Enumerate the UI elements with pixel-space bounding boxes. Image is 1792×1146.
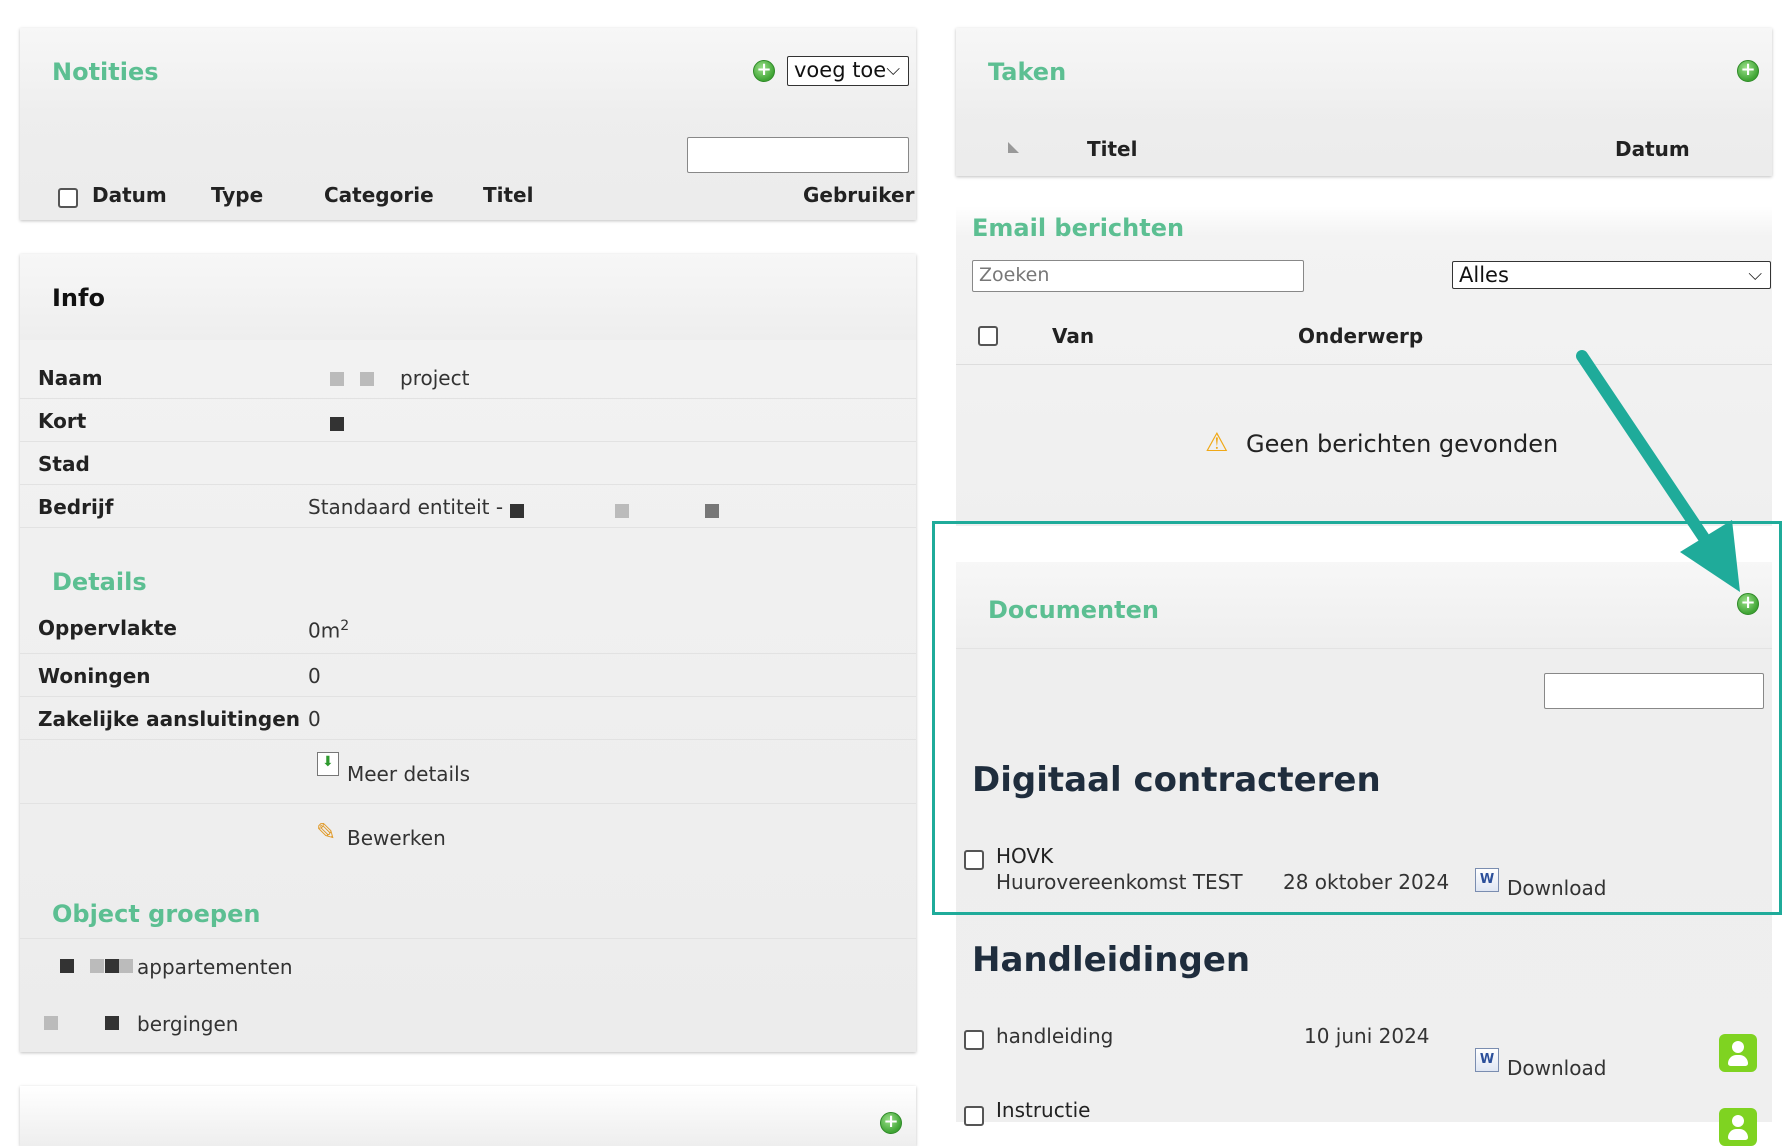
groep-row: bergingen: [20, 998, 916, 1050]
taken-panel: Taken + Titel Datum: [956, 28, 1772, 176]
warning-icon: ⚠: [1205, 428, 1229, 458]
notities-panel: Notities + voeg toe ⌵ Datum Type Categor…: [20, 28, 916, 220]
add-note-select-value: voeg toe: [794, 58, 887, 82]
column-datum[interactable]: Datum: [92, 183, 167, 207]
user-icon[interactable]: [1719, 1034, 1757, 1072]
email-search-input[interactable]: Zoeken: [972, 260, 1304, 292]
word-document-icon: W: [1475, 1048, 1499, 1072]
redacted-block: [105, 1016, 119, 1030]
taken-title: Taken: [988, 58, 1067, 86]
doc-checkbox[interactable]: [964, 1106, 984, 1126]
export-icon: ⬇: [317, 752, 339, 776]
email-empty-message: Geen berichten gevonden: [1246, 430, 1559, 458]
details-row-woningen: Woningen 0: [20, 654, 916, 697]
info-row-bedrijf: Bedrijf Standaard entiteit -: [20, 485, 916, 528]
info-row-stad: Stad: [20, 442, 916, 485]
doc-group-heading: Handleidingen: [972, 940, 1251, 980]
redacted-block: [90, 959, 104, 973]
column-titel[interactable]: Titel: [1087, 137, 1137, 161]
info-row-kort: Kort: [20, 399, 916, 442]
pencil-icon: ✎: [316, 818, 337, 846]
column-categorie[interactable]: Categorie: [324, 183, 434, 207]
doc-name: Instructie: [996, 1098, 1091, 1122]
details-value: 0: [308, 664, 321, 688]
redacted-block: [105, 959, 119, 973]
details-value-text: 0m: [308, 618, 341, 643]
doc-name: handleiding: [996, 1024, 1114, 1048]
redacted-block: [44, 1016, 58, 1030]
redacted-block: [330, 372, 344, 386]
notities-header: Notities + voeg toe ⌵: [20, 28, 916, 114]
email-select-all-checkbox[interactable]: [978, 326, 998, 346]
column-type[interactable]: Type: [211, 183, 263, 207]
chevron-down-icon: ⌵: [1748, 264, 1762, 285]
details-value-sup: 2: [340, 618, 350, 634]
user-icon[interactable]: [1719, 1108, 1757, 1146]
email-search-placeholder: Zoeken: [979, 264, 1050, 286]
info-label: Stad: [38, 452, 90, 476]
redacted-block: [360, 372, 374, 386]
info-panel: Info Naam project Kort Stad Bedrijf Stan…: [20, 254, 916, 1052]
notities-search-input[interactable]: [687, 137, 909, 173]
column-van[interactable]: Van: [1052, 324, 1094, 348]
column-onderwerp[interactable]: Onderwerp: [1298, 324, 1423, 348]
details-value: 0: [308, 707, 321, 731]
redacted-block: [119, 959, 133, 973]
annotation-arrow-icon: [1576, 350, 1740, 592]
info-value: Standaard entiteit -: [308, 495, 504, 519]
column-datum[interactable]: Datum: [1615, 137, 1690, 161]
details-row-oppervlakte: Oppervlakte 0m2: [20, 606, 916, 654]
add-icon[interactable]: +: [880, 1112, 902, 1134]
info-label: Naam: [38, 366, 103, 390]
redacted-block: [330, 417, 344, 431]
notities-title: Notities: [52, 58, 159, 86]
details-label: Woningen: [38, 664, 151, 688]
info-header: Info: [20, 254, 916, 340]
info-label: Kort: [38, 409, 87, 433]
email-filter-value: Alles: [1459, 263, 1509, 287]
email-title: Email berichten: [972, 214, 1185, 242]
chevron-down-icon: ⌵: [886, 59, 900, 80]
doc-checkbox[interactable]: [964, 1030, 984, 1050]
add-note-select[interactable]: voeg toe ⌵: [787, 56, 909, 86]
groep-row: appartementen: [20, 938, 916, 994]
object-groepen-title: Object groepen: [52, 900, 261, 928]
column-titel[interactable]: Titel: [483, 183, 533, 207]
redacted-block: [510, 504, 524, 518]
redacted-block: [615, 504, 629, 518]
groep-label: appartementen: [137, 955, 293, 979]
taken-header: Taken +: [956, 28, 1772, 114]
info-title: Info: [52, 284, 105, 312]
info-row-naam: Naam project: [20, 356, 916, 399]
export-arrow-icon: ⬇: [322, 754, 334, 770]
groep-label: bergingen: [137, 1012, 239, 1036]
add-task-icon[interactable]: +: [1737, 60, 1759, 82]
email-filter-select[interactable]: Alles ⌵: [1452, 261, 1771, 289]
redacted-block: [705, 504, 719, 518]
column-gebruiker[interactable]: Gebruiker: [803, 183, 914, 207]
info-label: Bedrijf: [38, 495, 114, 519]
bottom-panel-partial: +: [20, 1086, 916, 1146]
details-row-zakelijke: Zakelijke aansluitingen 0: [20, 697, 916, 740]
meer-details-row: ⬇ Meer details: [20, 740, 916, 804]
details-label: Zakelijke aansluitingen: [38, 707, 301, 731]
bewerken-row: ✎ Bewerken: [20, 804, 916, 868]
doc-date: 10 juni 2024: [1304, 1024, 1430, 1048]
details-value: 0m2: [308, 618, 349, 643]
redacted-block: [60, 959, 74, 973]
notities-select-all-checkbox[interactable]: [58, 188, 78, 208]
info-value: project: [400, 366, 470, 390]
details-label: Oppervlakte: [38, 616, 177, 640]
add-note-icon[interactable]: +: [753, 60, 775, 82]
meer-details-link[interactable]: Meer details: [347, 762, 470, 786]
sort-triangle-icon[interactable]: [1008, 142, 1019, 153]
details-title: Details: [52, 568, 147, 596]
doc-download-link[interactable]: Download: [1507, 1056, 1606, 1080]
bewerken-link[interactable]: Bewerken: [347, 826, 446, 850]
